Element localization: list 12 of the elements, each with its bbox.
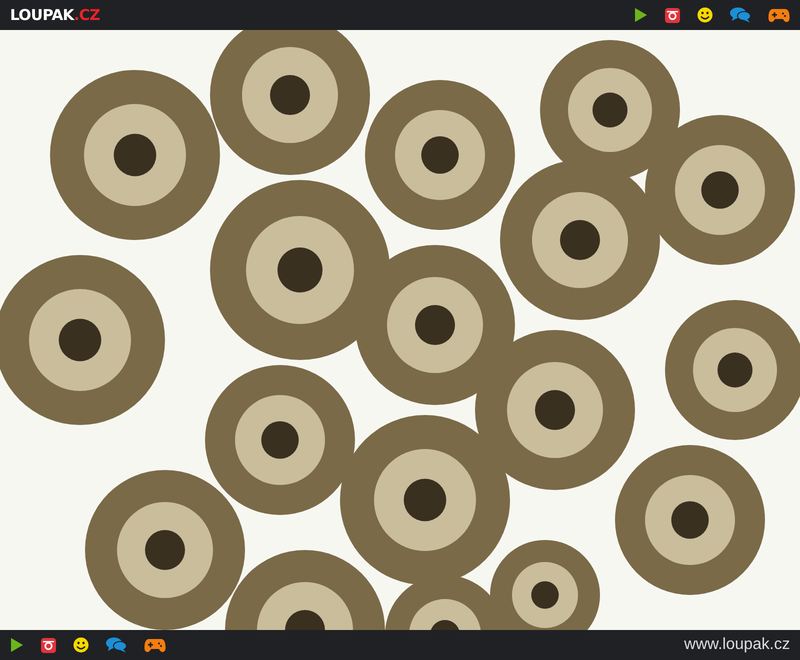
instagram-icon[interactable]: [41, 638, 56, 652]
smiley-icon[interactable]: [697, 7, 713, 23]
play-icon[interactable]: [10, 637, 24, 653]
chat-icon[interactable]: [730, 7, 751, 23]
gamepad-icon[interactable]: [768, 7, 790, 23]
play-icon[interactable]: [634, 7, 648, 23]
gamepad-icon[interactable]: [144, 637, 166, 653]
site-logo[interactable]: LOUPAK.CZ: [10, 6, 100, 24]
site-url-link[interactable]: www.loupak.cz: [684, 636, 790, 654]
smiley-icon[interactable]: [73, 637, 89, 653]
instagram-icon[interactable]: [665, 8, 680, 22]
chat-icon[interactable]: [106, 637, 127, 653]
